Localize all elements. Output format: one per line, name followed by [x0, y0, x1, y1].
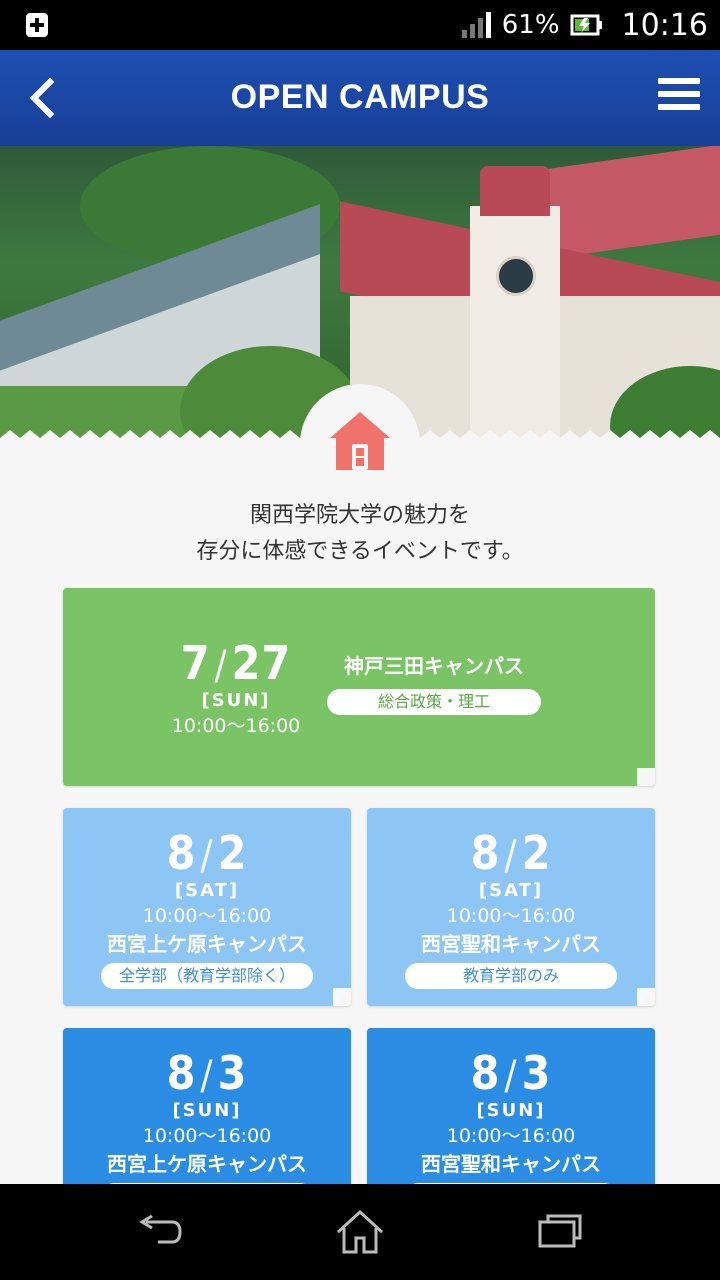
event-campus: 西宮聖和キャンパス — [421, 932, 601, 956]
event-faculty-badge: 教育学部のみ — [405, 963, 617, 989]
signal-icon — [461, 12, 491, 38]
event-campus: 西宮上ケ原キャンパス — [107, 932, 307, 956]
page-fold-icon — [637, 988, 655, 1006]
event-campus: 西宮聖和キャンパス — [421, 1152, 601, 1176]
hamburger-menu-icon[interactable] — [658, 78, 700, 118]
home-icon[interactable] — [334, 1208, 386, 1256]
event-day-of-week: [SUN] — [172, 1100, 242, 1121]
event-time: 10:00〜16:00 — [171, 715, 301, 737]
status-bar: 61% 10:16 — [0, 0, 720, 50]
event-date: 8/2 — [166, 826, 248, 880]
event-card-0803-seiwa[interactable]: 8/3 [SUN] 10:00〜16:00 西宮聖和キャンパス — [367, 1028, 655, 1184]
event-day-of-week: [SUN] — [476, 1100, 546, 1121]
event-card-0802-seiwa[interactable]: 8/2 [SAT] 10:00〜16:00 西宮聖和キャンパス 教育学部のみ — [367, 808, 655, 1006]
back-arrow-icon[interactable] — [134, 1208, 186, 1256]
notification-plus-icon — [26, 13, 48, 37]
event-faculty-badge: 全学部（教育学部除く） — [101, 963, 313, 989]
intro-line-2: 存分に体感できるイベントです。 — [196, 539, 524, 564]
event-date: 8/2 — [470, 826, 552, 880]
system-nav-bar — [0, 1184, 720, 1280]
event-day-of-week: [SAT] — [478, 880, 544, 901]
page-fold-icon — [333, 988, 351, 1006]
event-time: 10:00〜16:00 — [142, 1125, 272, 1147]
battery-charging-icon — [570, 14, 602, 36]
clock-tower-icon — [496, 256, 536, 296]
event-faculty-badge: 総合政策・理工 — [327, 689, 541, 715]
event-card-0802-uegahara[interactable]: 8/2 [SAT] 10:00〜16:00 西宮上ケ原キャンパス 全学部（教育学… — [63, 808, 351, 1006]
intro-text: 関西学院大学の魅力を 存分に体感できるイベントです。 — [0, 498, 720, 570]
event-date: 8/3 — [166, 1046, 248, 1100]
event-campus: 西宮上ケ原キャンパス — [107, 1152, 307, 1176]
clock: 10:16 — [621, 7, 708, 43]
house-icon — [330, 412, 390, 470]
event-time: 10:00〜16:00 — [446, 1125, 576, 1147]
event-campus: 神戸三田キャンパス — [344, 654, 524, 678]
app-header: OPEN CAMPUS — [0, 50, 720, 146]
event-time: 10:00〜16:00 — [446, 905, 576, 927]
recent-apps-icon[interactable] — [534, 1208, 586, 1256]
event-day-of-week: [SAT] — [174, 880, 240, 901]
event-day-of-week: [SUN] — [201, 690, 271, 711]
event-card-0727[interactable]: 7/27 [SUN] 10:00〜16:00 神戸三田キャンパス 総合政策・理工 — [63, 588, 655, 786]
page-title: OPEN CAMPUS — [230, 78, 490, 116]
event-date: 8/3 — [470, 1046, 552, 1100]
event-card-0803-uegahara[interactable]: 8/3 [SUN] 10:00〜16:00 西宮上ケ原キャンパス — [63, 1028, 351, 1184]
main-content: 関西学院大学の魅力を 存分に体感できるイベントです。 7/27 [SUN] 10… — [0, 446, 720, 1184]
page-fold-icon — [637, 768, 655, 786]
event-date: 7/27 — [180, 636, 292, 690]
battery-percent: 61% — [501, 10, 560, 40]
event-time: 10:00〜16:00 — [142, 905, 272, 927]
